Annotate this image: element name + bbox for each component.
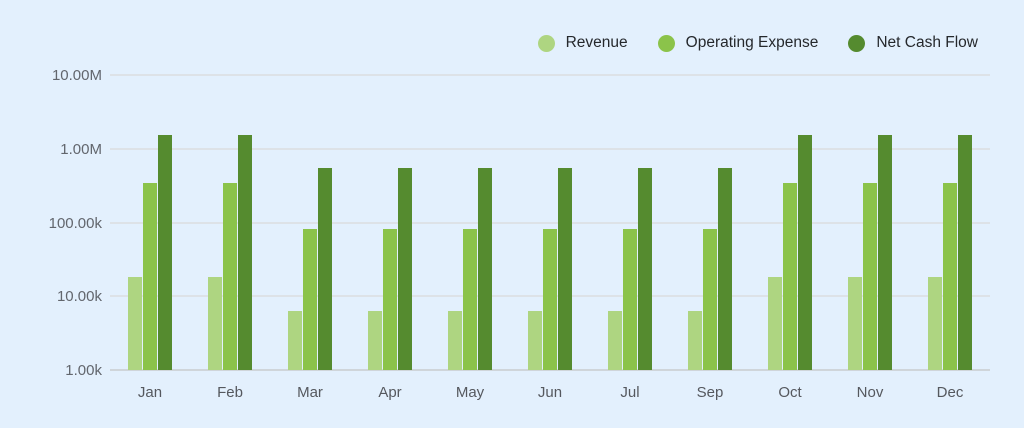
y-axis-tick-label: 10.00M bbox=[51, 67, 102, 84]
bar-revenue-nov[interactable] bbox=[848, 277, 862, 370]
x-axis-label-jan: Jan bbox=[137, 384, 163, 401]
y-axis-tick-label: 10.00k bbox=[56, 288, 102, 306]
bar-net-cash-flow-jan[interactable] bbox=[158, 134, 172, 370]
bar-operating-expense-jul[interactable] bbox=[623, 228, 637, 370]
bar-net-cash-flow-sep[interactable] bbox=[718, 168, 732, 370]
bar-net-cash-flow-jul[interactable] bbox=[638, 168, 652, 370]
legend-label: Revenue bbox=[565, 34, 628, 51]
legend-dot-operating-expense bbox=[657, 34, 675, 52]
bar-operating-expense-nov[interactable] bbox=[863, 183, 877, 370]
legend-item-operating-expense[interactable]: Operating Expense bbox=[657, 34, 819, 52]
bar-revenue-feb[interactable] bbox=[208, 277, 222, 370]
bar-revenue-jan[interactable] bbox=[128, 277, 142, 370]
bar-operating-expense-apr[interactable] bbox=[383, 228, 397, 370]
y-axis-tick-label: 1.00M bbox=[60, 140, 102, 158]
x-axis-label-dec: Dec bbox=[936, 384, 964, 401]
bar-revenue-apr[interactable] bbox=[368, 311, 382, 370]
bar-net-cash-flow-feb[interactable] bbox=[238, 134, 252, 370]
bar-revenue-jun[interactable] bbox=[528, 311, 542, 370]
bar-revenue-mar[interactable] bbox=[288, 311, 302, 370]
bar-revenue-sep[interactable] bbox=[688, 311, 702, 370]
legend-label: Operating Expense bbox=[685, 34, 819, 51]
gridline bbox=[110, 74, 990, 76]
bar-operating-expense-mar[interactable] bbox=[303, 228, 317, 370]
y-axis-tick-label: 100.00k bbox=[48, 214, 102, 232]
x-axis-label-apr: Apr bbox=[378, 384, 402, 401]
chart-legend: Revenue Operating Expense Net Cash Flow bbox=[537, 33, 978, 53]
bar-operating-expense-oct[interactable] bbox=[783, 183, 797, 370]
bar-net-cash-flow-jun[interactable] bbox=[558, 168, 572, 370]
bar-operating-expense-may[interactable] bbox=[463, 228, 477, 370]
bar-revenue-jul[interactable] bbox=[608, 311, 622, 370]
x-axis-label-jun: Jun bbox=[537, 384, 563, 401]
bar-net-cash-flow-mar[interactable] bbox=[318, 168, 332, 370]
bar-operating-expense-jan[interactable] bbox=[143, 183, 157, 370]
x-axis-label-sep: Sep bbox=[696, 384, 724, 401]
x-axis-label-may: May bbox=[455, 384, 485, 401]
y-axis-tick-label: 1.00k bbox=[65, 362, 102, 379]
cash-flow-bar-chart: Revenue Operating Expense Net Cash Flow 10… bbox=[0, 0, 1024, 428]
bar-revenue-oct[interactable] bbox=[768, 277, 782, 370]
x-axis-label-feb: Feb bbox=[217, 384, 243, 401]
bar-revenue-dec[interactable] bbox=[928, 277, 942, 370]
legend-dot-net-cash-flow bbox=[848, 34, 866, 52]
bar-net-cash-flow-oct[interactable] bbox=[798, 134, 812, 370]
bar-revenue-may[interactable] bbox=[448, 311, 462, 370]
bar-operating-expense-jun[interactable] bbox=[543, 228, 557, 370]
legend-dot-revenue bbox=[537, 34, 555, 52]
x-axis-label-mar: Mar bbox=[297, 384, 323, 401]
x-axis-label-nov: Nov bbox=[856, 384, 884, 401]
bar-net-cash-flow-dec[interactable] bbox=[958, 134, 972, 370]
bar-net-cash-flow-apr[interactable] bbox=[398, 168, 412, 370]
bar-operating-expense-dec[interactable] bbox=[943, 183, 957, 370]
bar-operating-expense-sep[interactable] bbox=[703, 228, 717, 370]
legend-item-revenue[interactable]: Revenue bbox=[537, 34, 628, 52]
x-axis-label-oct: Oct bbox=[778, 384, 802, 401]
bar-net-cash-flow-nov[interactable] bbox=[878, 134, 892, 370]
legend-item-net-cash-flow[interactable]: Net Cash Flow bbox=[848, 34, 978, 52]
legend-label: Net Cash Flow bbox=[876, 34, 978, 51]
x-axis-label-jul: Jul bbox=[620, 384, 640, 401]
bar-net-cash-flow-may[interactable] bbox=[478, 168, 492, 370]
bar-operating-expense-feb[interactable] bbox=[223, 183, 237, 370]
